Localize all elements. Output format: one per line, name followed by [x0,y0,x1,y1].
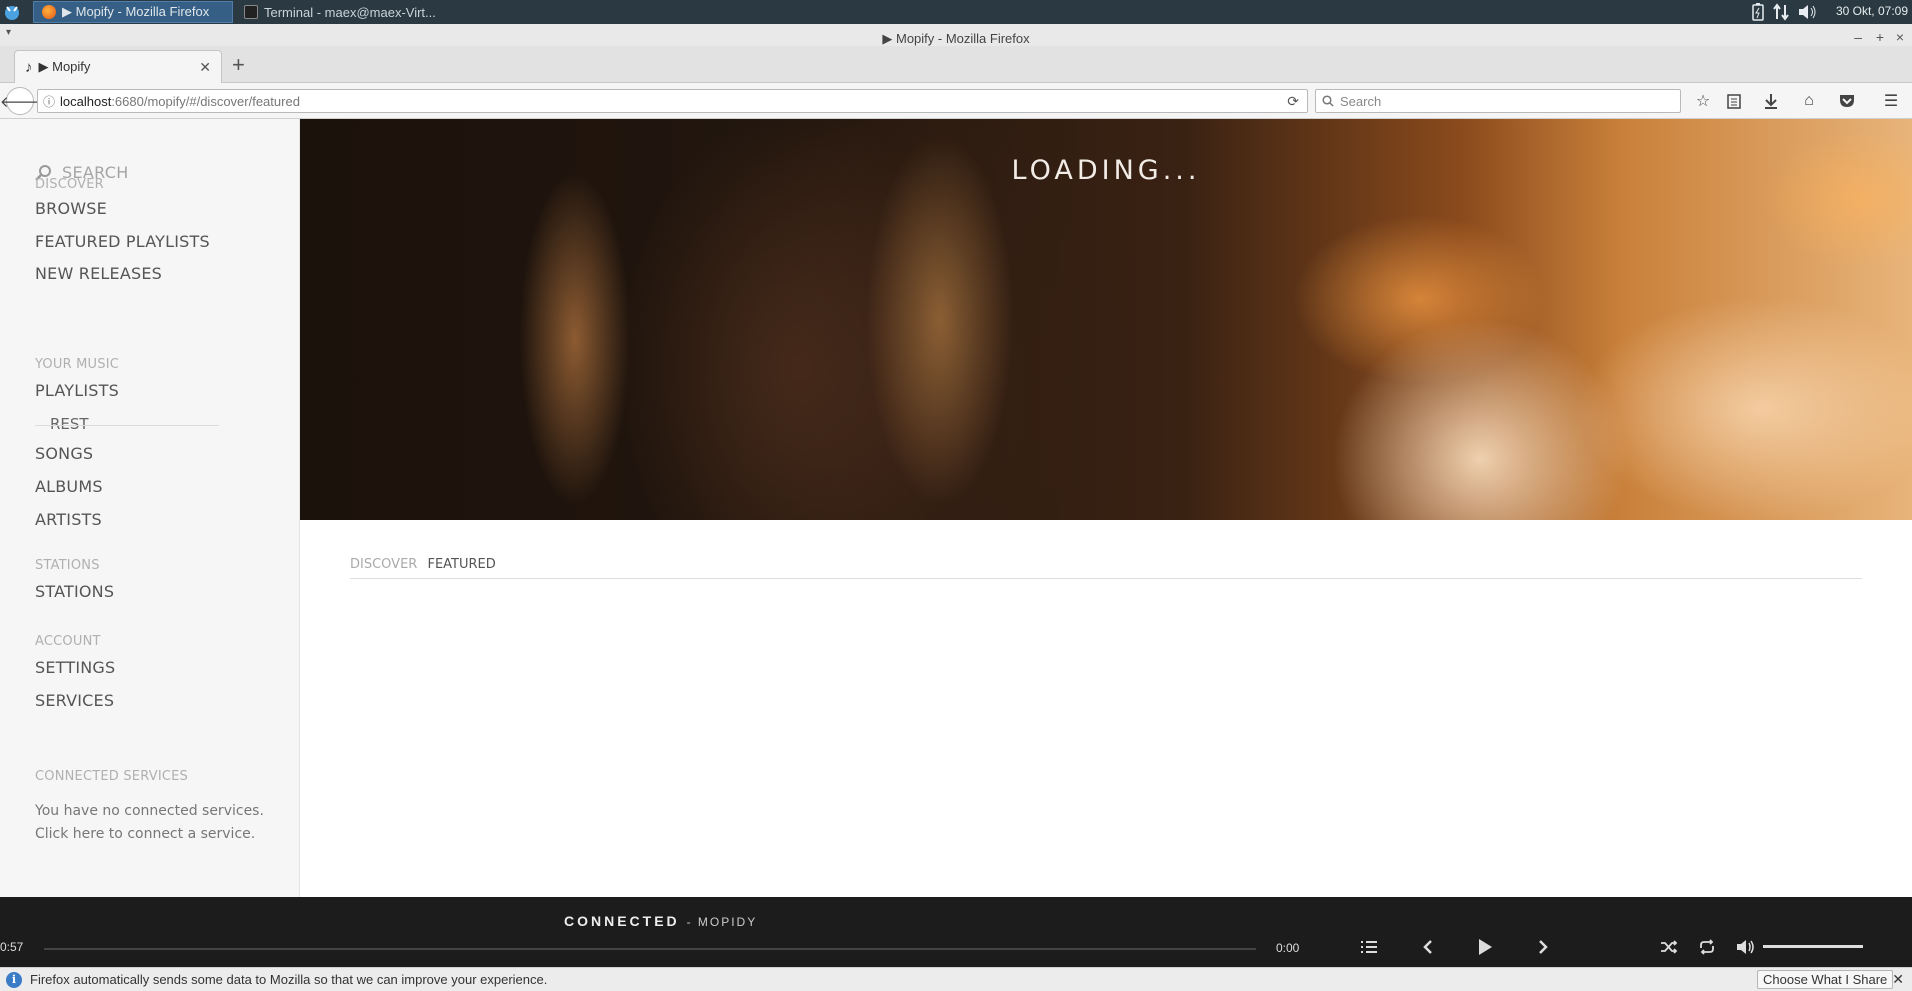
close-window-icon[interactable]: × [1896,29,1904,45]
section-title-stations: STATIONS [35,558,100,573]
taskbar-item-label: Terminal - maex@maex-Virt... [264,4,436,20]
now-playing-artist: - MOPIDY [686,915,758,929]
maximize-icon[interactable]: + [1876,29,1884,45]
hamburger-menu-icon[interactable]: ☰ [1880,91,1902,111]
now-playing: CONNECTED - MOPIDY [564,913,757,929]
home-icon[interactable]: ⌂ [1798,91,1820,111]
sidebar-item-services[interactable]: SERVICES [35,691,114,710]
repeat-icon[interactable] [1694,934,1720,960]
close-tab-icon[interactable]: ✕ [199,59,211,76]
notification-bar: i Firefox automatically sends some data … [0,967,1912,991]
magnifier-icon [1322,95,1334,107]
shuffle-icon[interactable] [1656,934,1682,960]
section-title-account: ACCOUNT [35,634,101,649]
url-host: localhost [60,93,112,109]
play-icon[interactable] [1472,934,1498,960]
divider [35,425,219,426]
sidebar-item-new-releases[interactable]: NEW RELEASES [35,264,162,283]
notification-text: Firefox automatically sends some data to… [30,972,548,987]
info-icon[interactable]: ⓘ [38,93,60,110]
breadcrumb: DISCOVER FEATURED [350,557,1862,579]
whisker-menu-icon[interactable] [2,2,22,22]
minimize-icon[interactable]: – [1854,29,1862,45]
sidebar: SEARCH DISCOVER BROWSE FEATURED PLAYLIST… [0,119,300,897]
firefox-icon [42,5,56,19]
sidebar-item-browse[interactable]: BROWSE [35,199,107,218]
tab-title: ▶ Mopify [38,59,91,74]
connect-service-link[interactable]: Click here to connect a service. [35,823,285,846]
choose-what-i-share-button[interactable]: Choose What I Share [1757,970,1894,989]
sidebar-item-songs[interactable]: SONGS [35,444,93,463]
next-icon[interactable] [1530,934,1556,960]
pocket-icon[interactable] [1836,91,1858,111]
clock[interactable]: 30 Okt, 07:09 [1836,4,1908,18]
breadcrumb-page: FEATURED [427,557,496,572]
sidebar-item-rest[interactable]: REST [50,415,89,433]
sidebar-item-settings[interactable]: SETTINGS [35,658,115,677]
loading-text: LOADING... [1011,155,1201,186]
no-services-text: You have no connected services. [35,803,264,819]
breadcrumb-section[interactable]: DISCOVER [350,557,417,572]
close-icon[interactable]: ✕ [1892,971,1904,988]
sidebar-item-albums[interactable]: ALBUMS [35,477,103,496]
sidebar-item-playlists[interactable]: PLAYLISTS [35,381,119,400]
hero-banner: LOADING... [300,119,1912,520]
taskbar-item-terminal[interactable]: Terminal - maex@maex-Virt... [236,1,436,23]
volume-icon[interactable] [1733,934,1759,960]
time-total: 0:00 [1276,941,1300,955]
volume-slider[interactable] [1763,945,1863,948]
back-button[interactable]: 🡐 [0,87,40,115]
time-elapsed: 0:57 [0,940,24,954]
download-icon[interactable] [1760,91,1782,111]
bookmark-star-icon[interactable]: ☆ [1692,91,1714,111]
tab-mopify[interactable]: ♪ ▶ Mopify ✕ [14,50,222,83]
terminal-icon [244,5,258,19]
arrow-left-icon: 🡐 [0,93,41,111]
hero-highlight [515,159,635,519]
sidebar-item-featured-playlists[interactable]: FEATURED PLAYLISTS [35,232,210,251]
section-title-discover: DISCOVER [35,177,104,192]
tab-strip: ♪ ▶ Mopify ✕ + [0,46,1912,83]
search-bar[interactable]: Search [1315,89,1681,113]
volume-tray-icon[interactable] [1797,3,1817,21]
navigation-toolbar: 🡐 ⓘ localhost:6680/mopify/#/discover/fea… [0,83,1912,119]
network-icon[interactable] [1772,3,1790,21]
queue-icon[interactable] [1356,934,1382,960]
url-bar[interactable]: ⓘ localhost:6680/mopify/#/discover/featu… [37,89,1308,113]
battery-icon[interactable] [1752,3,1764,21]
taskbar-item-firefox[interactable]: ▶ Mopify - Mozilla Firefox [33,1,233,23]
taskbar-item-label: ▶ Mopify - Mozilla Firefox [62,4,210,19]
section-title-your-music: YOUR MUSIC [35,357,120,372]
new-tab-icon[interactable]: + [232,52,245,78]
main-content: LOADING... DISCOVER FEATURED [300,119,1912,897]
info-icon: i [6,971,22,988]
os-panel: ▶ Mopify - Mozilla Firefox Terminal - ma… [0,0,1912,24]
url-path: :6680/mopify/#/discover/featured [111,93,300,109]
section-title-connected-services: CONNECTED SERVICES [35,769,189,784]
sidebar-item-artists[interactable]: ARTISTS [35,510,102,529]
bookmarks-list-icon[interactable] [1723,91,1745,111]
music-note-icon: ♪ [25,58,33,76]
previous-icon[interactable] [1415,934,1441,960]
window-title: ▶ Mopify - Mozilla Firefox [882,31,1030,46]
progress-bar[interactable] [44,948,1256,950]
search-placeholder: Search [1340,93,1382,109]
sidebar-item-stations[interactable]: STATIONS [35,582,114,601]
connected-services-text: You have no connected services. Click he… [35,800,285,846]
player-bar: CONNECTED - MOPIDY 0:57 0:00 [0,897,1912,967]
reload-icon[interactable]: ⟳ [1287,93,1299,110]
page: SEARCH DISCOVER BROWSE FEATURED PLAYLIST… [0,119,1912,897]
now-playing-title: CONNECTED [564,913,680,929]
